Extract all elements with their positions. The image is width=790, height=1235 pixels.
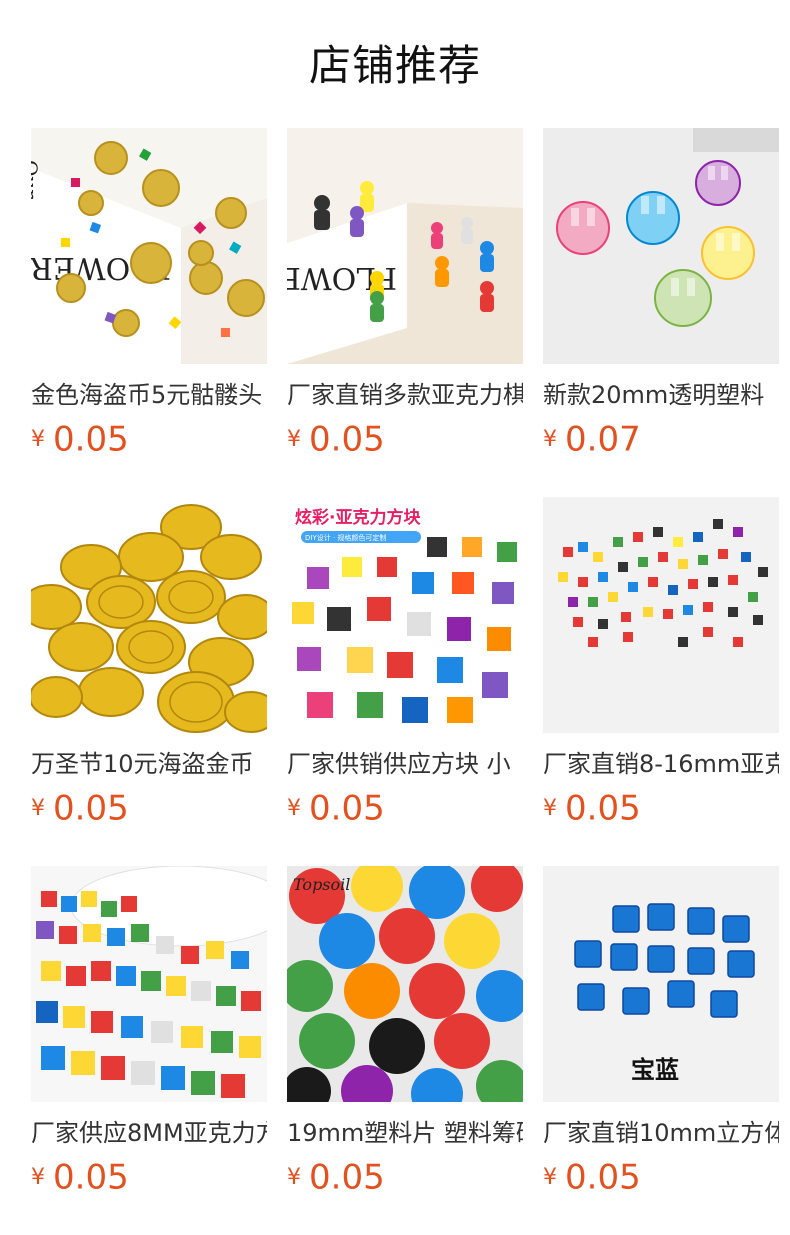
product-name[interactable]: 厂家供销供应方块 小 — [287, 747, 523, 781]
product-card[interactable]: 厂家供应8MM亚克力方 ¥0.05 — [31, 866, 267, 1235]
price-value: 0.05 — [53, 788, 129, 829]
product-card[interactable]: 炫彩·亚克力方块 DIY设计 · 规格颜色可定制 厂家供销供应方块 小 ¥ 0.… — [287, 497, 523, 866]
product-name[interactable]: 厂家直销10mm立方体 — [543, 1116, 779, 1150]
price-value: 0.05 — [565, 788, 641, 829]
product-image[interactable]: 炫彩·亚克力方块 DIY设计 · 规格颜色可定制 — [287, 497, 523, 733]
product-price: ¥0.07 — [543, 416, 779, 462]
product-card[interactable]: FLOWER 厂家直销多款亚克力棋子 ¥0.05 — [287, 128, 523, 497]
currency-symbol: ¥ — [287, 795, 301, 821]
product-image[interactable] — [31, 497, 267, 733]
product-card[interactable]: 宝蓝 厂家直销10mm立方体 ¥0.05 — [543, 866, 779, 1235]
price-value: 0.07 — [565, 419, 641, 460]
product-image[interactable]: Topsoil — [287, 866, 523, 1102]
svg-text:DIY设计 · 规格颜色可定制: DIY设计 · 规格颜色可定制 — [305, 533, 386, 542]
currency-symbol: ¥ — [31, 426, 45, 452]
product-card[interactable]: Our FLOWER 金色海盗币5元骷髅头 ¥ 0.05 — [31, 128, 267, 497]
currency-symbol: ¥ — [543, 426, 557, 452]
product-price: ¥0.05 — [31, 1154, 267, 1200]
product-price: ¥0.05 — [543, 785, 779, 831]
currency-symbol: ¥ — [543, 1164, 557, 1190]
currency-symbol: ¥ — [287, 1164, 301, 1190]
product-name[interactable]: 厂家直销8-16mm亚克力 — [543, 747, 779, 781]
product-name[interactable]: 新款20mm透明塑料 — [543, 378, 779, 412]
section-title: 店铺推荐 — [308, 41, 481, 90]
price-value: 0.05 — [565, 1157, 641, 1198]
product-card[interactable]: 厂家直销8-16mm亚克力 ¥0.05 — [543, 497, 779, 866]
price-value: 0.05 — [309, 1157, 385, 1198]
svg-text:Our: Our — [31, 160, 42, 199]
product-card[interactable]: 万圣节10元海盗金币 ¥0.05 — [31, 497, 267, 866]
price-value: 0.05 — [53, 1157, 129, 1198]
product-card[interactable]: 新款20mm透明塑料 ¥0.07 — [543, 128, 779, 497]
product-price: ¥0.05 — [543, 1154, 779, 1200]
product-image[interactable] — [543, 128, 779, 364]
currency-symbol: ¥ — [543, 795, 557, 821]
product-grid: Our FLOWER 金色海盗币5元骷髅头 ¥ 0.05 FLOW 厂家直销多款… — [31, 128, 779, 1235]
currency-symbol: ¥ — [31, 1164, 45, 1190]
product-image[interactable]: 宝蓝 — [543, 866, 779, 1102]
product-card[interactable]: Topsoil 19mm塑料片 塑料筹码 ¥0.05 — [287, 866, 523, 1235]
svg-text:Topsoil: Topsoil — [293, 875, 350, 894]
product-name[interactable]: 19mm塑料片 塑料筹码 — [287, 1116, 523, 1150]
product-name[interactable]: 厂家供应8MM亚克力方 — [31, 1116, 267, 1150]
product-name[interactable]: 金色海盗币5元骷髅头 — [31, 378, 267, 412]
svg-text:炫彩·亚克力方块: 炫彩·亚克力方块 — [295, 507, 421, 528]
product-price: ¥0.05 — [31, 785, 267, 831]
product-price: ¥0.05 — [287, 416, 523, 462]
product-image[interactable] — [543, 497, 779, 733]
currency-symbol: ¥ — [31, 795, 45, 821]
product-price: ¥0.05 — [287, 785, 523, 831]
price-value: 0.05 — [309, 788, 385, 829]
product-image[interactable]: FLOWER — [287, 128, 523, 364]
product-image[interactable] — [31, 866, 267, 1102]
product-name[interactable]: 厂家直销多款亚克力棋子 — [287, 378, 523, 412]
product-price: ¥0.05 — [287, 1154, 523, 1200]
currency-symbol: ¥ — [287, 426, 301, 452]
product-name[interactable]: 万圣节10元海盗金币 — [31, 747, 267, 781]
product-price: ¥0.05 — [31, 416, 267, 462]
price-value: 0.05 — [309, 419, 385, 460]
product-image[interactable]: Our FLOWER — [31, 128, 267, 364]
svg-text:宝蓝: 宝蓝 — [631, 1055, 679, 1084]
price-value: 0.05 — [53, 419, 129, 460]
